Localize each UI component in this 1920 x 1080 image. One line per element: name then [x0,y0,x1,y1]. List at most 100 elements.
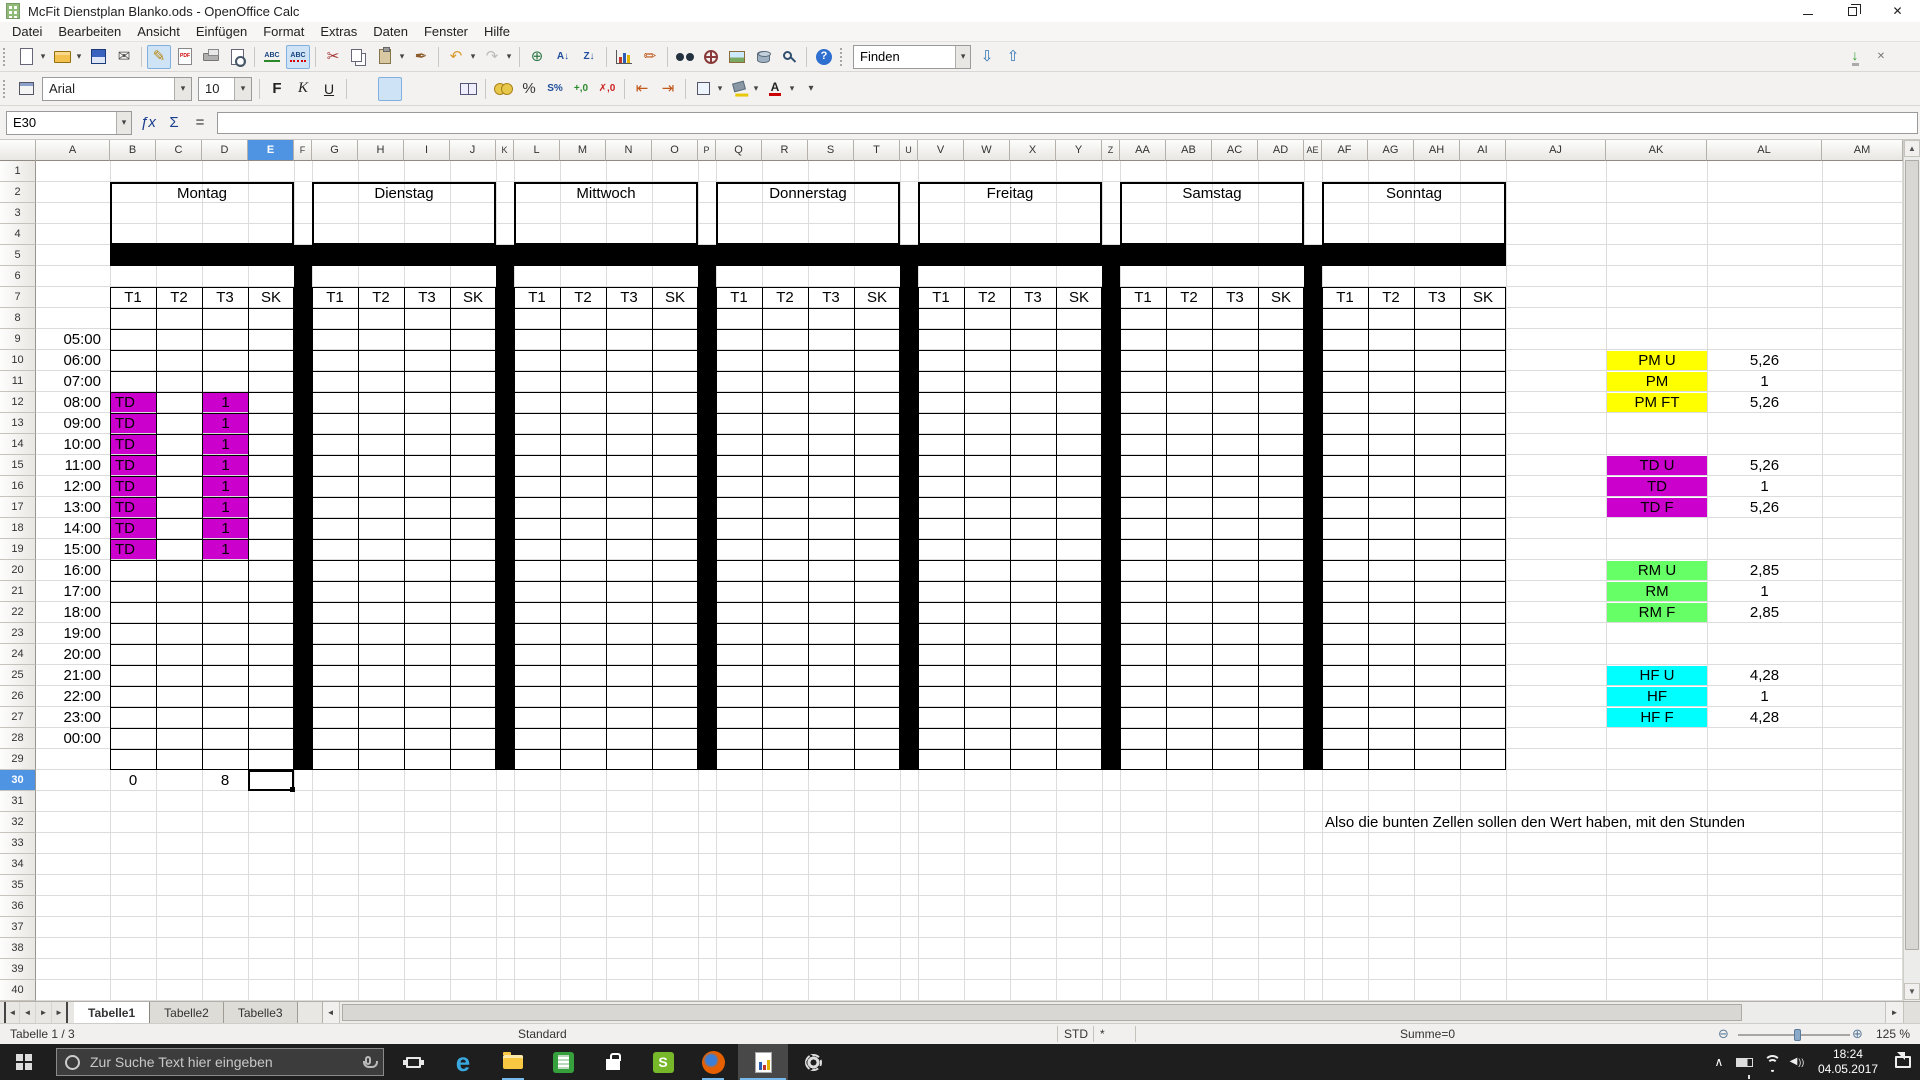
column-header-Q[interactable]: Q [716,140,762,161]
row-header-29[interactable]: 29 [0,749,36,770]
column-header-G[interactable]: G [312,140,358,161]
redo-button[interactable]: ↷ [480,45,504,69]
column-header-Y[interactable]: Y [1056,140,1102,161]
hscroll-right-arrow[interactable]: ► [1885,1002,1903,1023]
zoom-level-label[interactable]: 125 % [1876,1027,1910,1041]
column-header-AE[interactable]: AE [1304,140,1322,161]
open-button[interactable] [50,45,74,69]
row-header-26[interactable]: 26 [0,686,36,707]
taskbar-clock[interactable]: 18:24 04.05.2017 [1810,1047,1886,1077]
zoom-in-button[interactable]: ⊕ [1852,1026,1863,1042]
vertical-scrollbar[interactable]: ▲▼ [1903,140,1920,1001]
column-header-T[interactable]: T [854,140,900,161]
shift-header-t1[interactable]: T1 [312,287,358,308]
schedule-grid-samstag[interactable] [1120,287,1304,770]
column-header-D[interactable]: D [202,140,248,161]
entry-cell-B14[interactable]: TD [111,435,156,454]
find-previous-button[interactable]: ⇧ [1001,45,1025,69]
spellcheck-button[interactable]: ABC [260,45,284,69]
legend-label-cell[interactable]: RM F [1607,603,1707,622]
total-cell-D30[interactable]: 8 [202,770,248,791]
time-cell[interactable]: 08:00 [36,392,110,413]
column-header-AA[interactable]: AA [1120,140,1166,161]
column-header-H[interactable]: H [358,140,404,161]
menu-fenster[interactable]: Fenster [416,23,476,40]
row-header-4[interactable]: 4 [0,224,36,245]
save-button[interactable] [86,45,110,69]
background-color-button[interactable] [727,77,751,101]
legend-value-cell[interactable]: 5,26 [1707,455,1822,476]
legend-label-cell[interactable]: TD [1607,477,1707,496]
legend-label-cell[interactable]: PM [1607,372,1707,391]
shift-header-t3[interactable]: T3 [606,287,652,308]
equals-icon[interactable]: = [187,111,213,135]
shift-header-t2[interactable]: T2 [560,287,606,308]
shift-header-t3[interactable]: T3 [1212,287,1258,308]
entry-cell-B12[interactable]: TD [111,393,156,412]
shift-header-t1[interactable]: T1 [514,287,560,308]
taskbar-task-view-button[interactable] [388,1044,438,1080]
column-header-AH[interactable]: AH [1414,140,1460,161]
percent-button[interactable]: % [517,77,541,101]
legend-label-cell[interactable]: PM FT [1607,393,1707,412]
time-cell[interactable]: 14:00 [36,518,110,539]
row-header-24[interactable]: 24 [0,644,36,665]
shift-header-t2[interactable]: T2 [762,287,808,308]
font-name-combobox[interactable]: Arial ▾ [42,77,192,101]
paste-button[interactable] [373,45,397,69]
entry-cell-D16[interactable]: 1 [203,477,248,496]
legend-label-cell[interactable]: HF [1607,687,1707,706]
increase-indent-button[interactable]: ⇥ [656,77,680,101]
standard-format-button[interactable]: S% [543,77,567,101]
column-header-AL[interactable]: AL [1707,140,1822,161]
function-wizard-icon[interactable]: ƒx [135,111,161,135]
column-header-Z[interactable]: Z [1102,140,1120,161]
sheet-tab-tabelle1[interactable]: Tabelle1 [74,1002,150,1023]
print-button[interactable] [199,45,223,69]
dropdown-arrow[interactable]: ▾ [787,83,797,94]
column-header-O[interactable]: O [652,140,698,161]
help-button[interactable]: ? [812,45,836,69]
column-header-R[interactable]: R [762,140,808,161]
chevron-down-icon[interactable]: ▾ [174,78,191,100]
last-sheet-button[interactable]: ► [52,1002,68,1023]
time-cell[interactable]: 19:00 [36,623,110,644]
entry-cell-D19[interactable]: 1 [203,540,248,559]
row-header-22[interactable]: 22 [0,602,36,623]
dropdown-arrow[interactable]: ▾ [397,51,407,62]
zoom-button[interactable] [777,45,801,69]
legend-label-cell[interactable]: TD U [1607,456,1707,475]
annotation-text[interactable]: Also die bunten Zellen sollen den Wert h… [1325,812,1745,833]
total-cell-B30[interactable]: 0 [110,770,156,791]
shift-header-t2[interactable]: T2 [358,287,404,308]
cut-button[interactable]: ✂ [321,45,345,69]
column-header-N[interactable]: N [606,140,652,161]
toolbar-grip[interactable] [3,80,9,98]
find-combobox[interactable]: ▾ [853,45,971,69]
time-cell[interactable]: 10:00 [36,434,110,455]
shift-header-t2[interactable]: T2 [964,287,1010,308]
row-header-13[interactable]: 13 [0,413,36,434]
column-header-U[interactable]: U [900,140,918,161]
shift-header-t3[interactable]: T3 [1414,287,1460,308]
insert-chart-button[interactable] [612,45,636,69]
column-header-AD[interactable]: AD [1258,140,1304,161]
menu-ansicht[interactable]: Ansicht [129,23,188,40]
spreadsheet-grid[interactable]: ABCDEFGHIJKLMNOPQRSTUVWXYZAAABACADAEAFAG… [0,140,1920,1001]
row-header-33[interactable]: 33 [0,833,36,854]
taskbar-openoffice-calc-button[interactable] [738,1044,788,1080]
taskbar-file-explorer-button[interactable] [488,1044,538,1080]
update-available-icon[interactable]: ↓ [1843,45,1867,69]
column-header-L[interactable]: L [514,140,560,161]
shift-header-t3[interactable]: T3 [202,287,248,308]
grid-corner[interactable] [0,140,36,161]
zoom-slider-thumb[interactable] [1794,1029,1801,1041]
column-header-F[interactable]: F [294,140,312,161]
row-header-31[interactable]: 31 [0,791,36,812]
new-document-button[interactable] [14,45,38,69]
entry-cell-D14[interactable]: 1 [203,435,248,454]
draw-functions-button[interactable]: ✏ [638,45,662,69]
column-header-AB[interactable]: AB [1166,140,1212,161]
name-box[interactable]: ▾ [6,111,132,135]
row-header-30[interactable]: 30 [0,770,36,791]
